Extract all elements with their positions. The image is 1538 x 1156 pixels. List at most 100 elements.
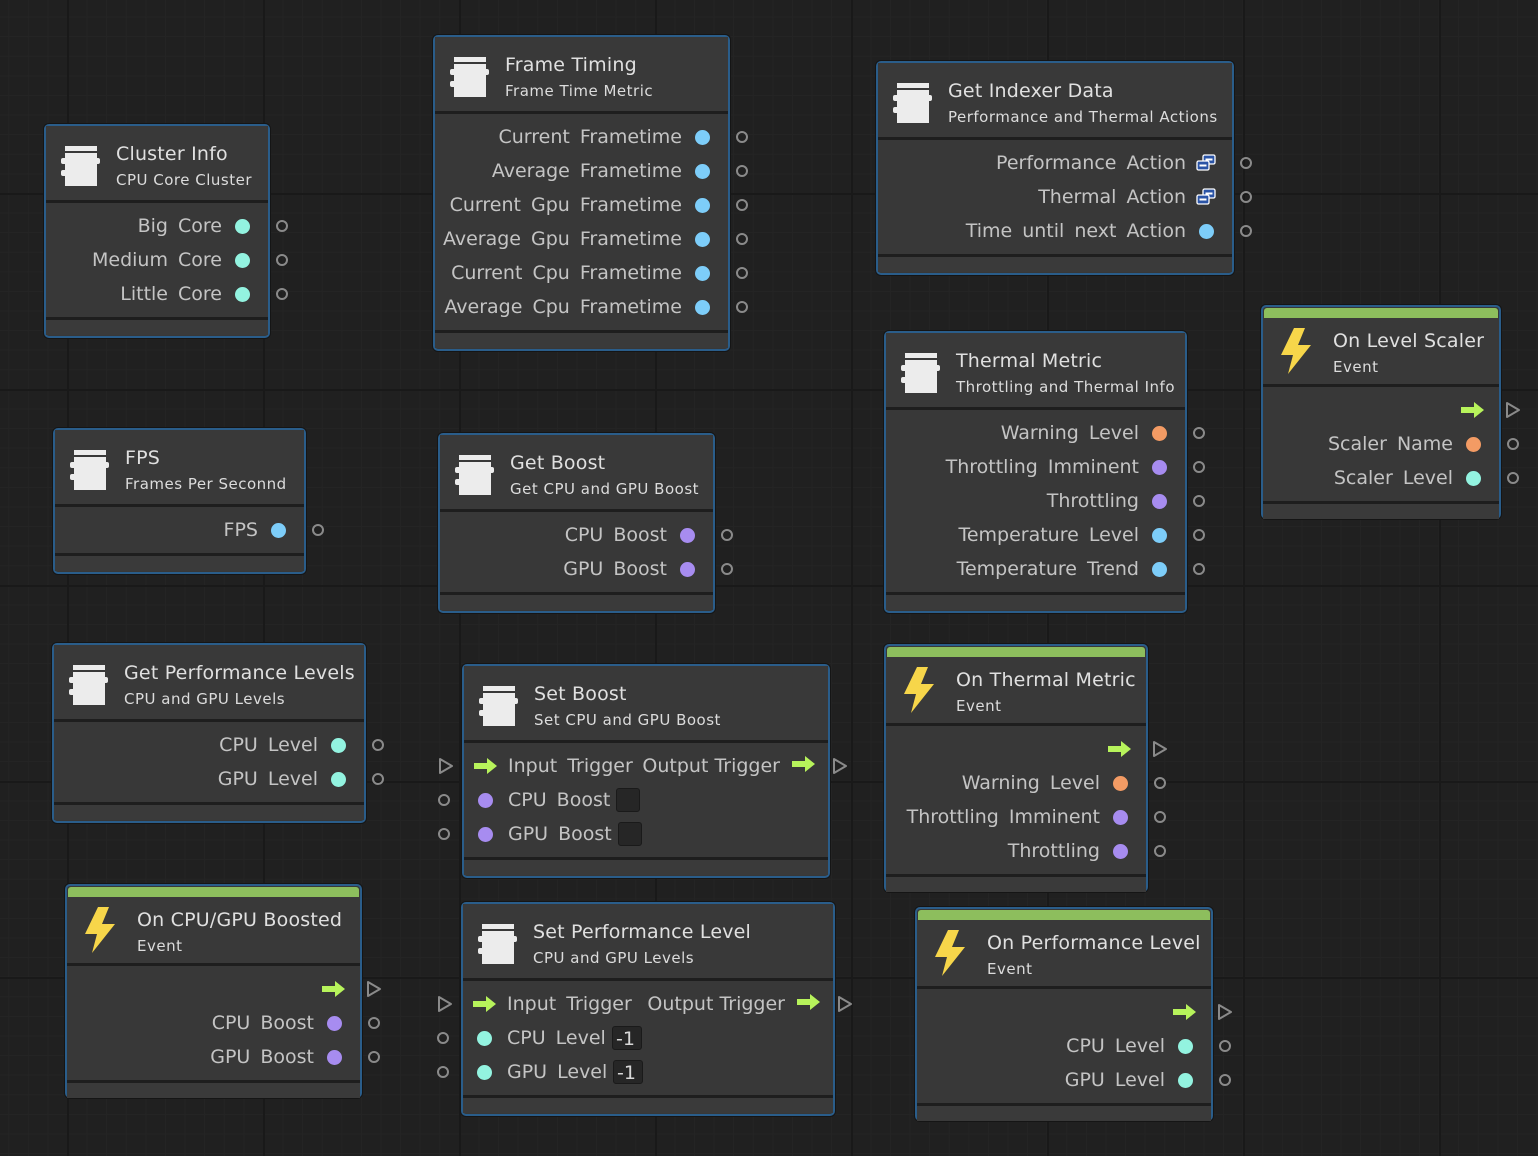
output-port-current-gpu-frametime[interactable] [736, 199, 748, 211]
output-port-throttling-imminent[interactable] [1193, 461, 1205, 473]
node-title: On CPU/GPU Boosted [137, 909, 343, 931]
event-header-bar [887, 647, 1145, 657]
node-get-boost[interactable]: Get Boost Get CPU and GPU Boost CPU Boost G… [438, 433, 733, 613]
port-list: CPU Level GPU Level [917, 989, 1232, 1106]
warning-level-string-port-dot [1152, 426, 1167, 441]
node-get-performance-levels[interactable]: Get Performance Levels CPU and GPU Levels… [52, 643, 384, 823]
big-core-int-port-dot [235, 219, 250, 234]
node-header[interactable]: Get Boost Get CPU and GPU Boost [440, 435, 713, 512]
current-gpu-frametime-float-port-dot [695, 198, 710, 213]
node-on-cpu-gpu-boosted[interactable]: On CPU/GPU Boosted Event CPU Boost GPU Boos… [65, 884, 381, 1098]
trigger-output-port[interactable] [1505, 401, 1521, 419]
output-port-cpu-boost[interactable] [368, 1017, 380, 1029]
node-title: Frame Timing [505, 54, 637, 76]
output-port-throttling[interactable] [1193, 495, 1205, 507]
node-on-level-scaler[interactable]: On Level Scaler Event Scaler Name Scaler Le… [1261, 305, 1520, 519]
enum-type-icon [1196, 154, 1216, 171]
scaler-name-string-port-dot [1466, 437, 1481, 452]
lightning-bolt-icon [935, 930, 965, 976]
node-header[interactable]: Set Performance Level CPU and GPU Levels [463, 904, 833, 981]
throttling-bool-port-dot [1152, 494, 1167, 509]
trigger-output-port[interactable] [366, 980, 382, 998]
trigger-output-port[interactable] [837, 995, 853, 1013]
boost-checkbox[interactable] [616, 788, 640, 812]
node-header[interactable]: On Performance Level Event [917, 920, 1211, 989]
node-cluster-info[interactable]: Cluster Info CPU Core Cluster Big Core Medi… [44, 124, 288, 338]
level-value-field[interactable]: -1 [613, 1060, 643, 1084]
port-label: Throttling [1046, 490, 1139, 512]
node-header[interactable]: Cluster Info CPU Core Cluster [46, 126, 268, 203]
input-port-gpu-boost[interactable] [438, 828, 450, 840]
output-port-warning-level[interactable] [1193, 427, 1205, 439]
output-port-fps[interactable] [312, 524, 324, 536]
output-port-warning-level[interactable] [1154, 777, 1166, 789]
output-port-cpu-level[interactable] [372, 739, 384, 751]
node-fps[interactable]: FPS Frames Per Seconnd FPS [53, 428, 324, 574]
output-port-thermal-action[interactable] [1240, 191, 1252, 203]
node-header[interactable]: Set Boost Set CPU and GPU Boost [464, 666, 828, 743]
output-port-gpu-boost[interactable] [368, 1051, 380, 1063]
trigger-output-port[interactable] [1217, 1003, 1233, 1021]
level-value-field[interactable]: -1 [612, 1026, 642, 1050]
input-port-cpu-boost[interactable] [438, 794, 450, 806]
output-port-current-cpu-frametime[interactable] [736, 267, 748, 279]
node-frame-timing[interactable]: Frame Timing Frame Time Metric Current Fra… [433, 35, 748, 351]
output-port-average-cpu-frametime[interactable] [736, 301, 748, 313]
trigger-output-port[interactable] [832, 757, 848, 775]
output-port-cpu-boost[interactable] [721, 529, 733, 541]
port-label: Performance Action [996, 152, 1186, 174]
node-on-performance-level[interactable]: On Performance Level Event CPU Level GPU Le… [915, 907, 1232, 1121]
node-header[interactable]: Get Indexer Data Performance and Thermal … [878, 63, 1232, 140]
node-header[interactable]: Get Performance Levels CPU and GPU Levels [54, 645, 364, 722]
trigger-output-row [917, 995, 1232, 1029]
output-port-cpu-level[interactable] [1219, 1040, 1231, 1052]
output-port-performance-action[interactable] [1240, 157, 1252, 169]
output-port-throttling-imminent[interactable] [1154, 811, 1166, 823]
node-title: Cluster Info [116, 143, 228, 165]
node-header[interactable]: On CPU/GPU Boosted Event [67, 897, 360, 966]
output-port-gpu-boost[interactable] [721, 563, 733, 575]
output-port-current-frametime[interactable] [736, 131, 748, 143]
output-port-throttling[interactable] [1154, 845, 1166, 857]
node-subtitle: CPU Core Cluster [116, 171, 252, 189]
node-subtitle: Event [956, 697, 1002, 715]
input-port-gpu-level[interactable] [437, 1066, 449, 1078]
node-title: FPS [125, 447, 161, 469]
node-set-performance-level[interactable]: Set Performance Level CPU and GPU Levels I… [437, 902, 852, 1116]
node-footer [55, 556, 304, 571]
node-subtitle: CPU and GPU Levels [533, 949, 695, 967]
port-label: Average Frametime [491, 160, 682, 182]
node-get-indexer-data[interactable]: Get Indexer Data Performance and Thermal … [876, 61, 1252, 275]
output-port-scaler-level[interactable] [1507, 472, 1519, 484]
output-port-medium-core[interactable] [276, 254, 288, 266]
node-header[interactable]: On Thermal Metric Event [886, 657, 1146, 726]
gpu-level-int-port-dot [1178, 1073, 1193, 1088]
node-header[interactable]: Frame Timing Frame Time Metric [435, 37, 728, 114]
output-port-gpu-level[interactable] [1219, 1074, 1231, 1086]
output-port-temperature-trend[interactable] [1193, 563, 1205, 575]
node-on-thermal-metric[interactable]: On Thermal Metric Event Warning Level Throt… [884, 644, 1167, 892]
output-port-scaler-name[interactable] [1507, 438, 1519, 450]
output-port-time-until-next-action[interactable] [1240, 225, 1252, 237]
lightning-bolt-icon [904, 667, 934, 713]
output-port-big-core[interactable] [276, 220, 288, 232]
node-subtitle: Frame Time Metric [505, 82, 654, 100]
output-port-row: Big Core [46, 209, 288, 243]
node-header[interactable]: Thermal Metric Throttling and Thermal Inf… [886, 333, 1185, 410]
node-footer [435, 333, 728, 348]
trigger-output-port[interactable] [1152, 740, 1168, 758]
node-header[interactable]: FPS Frames Per Seconnd [55, 430, 304, 507]
output-port-average-frametime[interactable] [736, 165, 748, 177]
trigger-input-port[interactable] [438, 757, 454, 775]
node-set-boost[interactable]: Set Boost Set CPU and GPU Boost Input Trig… [438, 664, 847, 878]
input-port-cpu-level[interactable] [437, 1032, 449, 1044]
output-port-little-core[interactable] [276, 288, 288, 300]
average-frametime-float-port-dot [695, 164, 710, 179]
boost-checkbox[interactable] [618, 822, 642, 846]
node-thermal-metric[interactable]: Thermal Metric Throttling and Thermal Inf… [884, 331, 1205, 613]
node-header[interactable]: On Level Scaler Event [1263, 318, 1499, 387]
output-port-average-gpu-frametime[interactable] [736, 233, 748, 245]
trigger-input-port[interactable] [437, 995, 453, 1013]
output-port-gpu-level[interactable] [372, 773, 384, 785]
output-port-temperature-level[interactable] [1193, 529, 1205, 541]
